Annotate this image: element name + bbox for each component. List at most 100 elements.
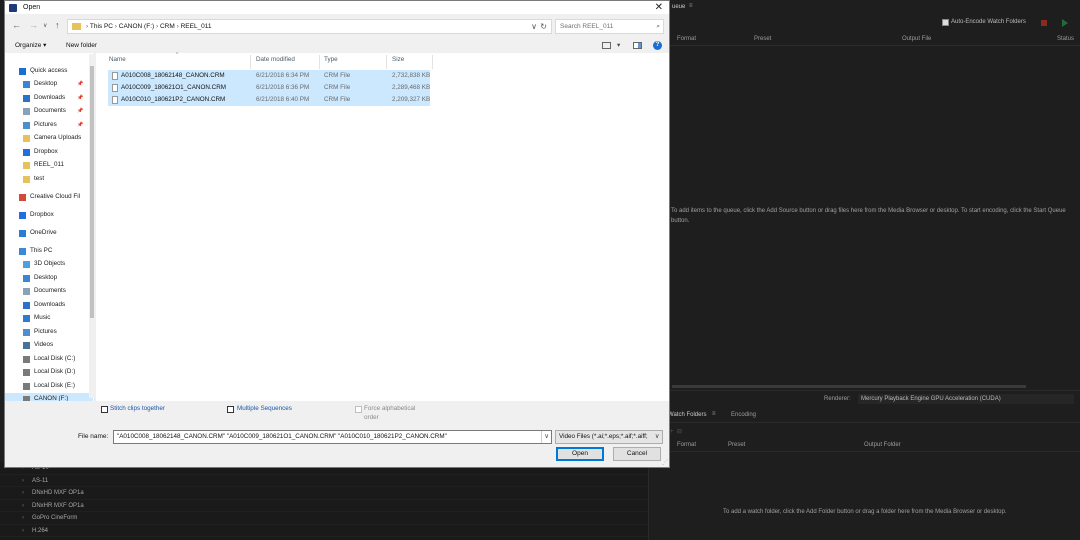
force-alphabetical-checkbox[interactable]	[355, 406, 362, 413]
address-bar[interactable]: › This PC › CANON (F:) › CRM › REEL_011 …	[67, 19, 552, 34]
help-icon[interactable]: ?	[653, 41, 662, 50]
sidebar-item[interactable]: test	[5, 173, 93, 185]
close-icon[interactable]: ✕	[655, 1, 663, 14]
refresh-icon[interactable]: ↻	[540, 20, 547, 33]
file-name-input[interactable]: "A010C008_18062148_CANON.CRM" "A010C009_…	[113, 430, 552, 444]
forward-arrow-icon[interactable]: →	[29, 20, 38, 30]
sidebar-item[interactable]: Downloads	[5, 299, 93, 311]
sidebar-item[interactable]: Pictures	[5, 326, 93, 338]
view-dropdown-icon[interactable]: ▾	[617, 38, 620, 53]
sidebar-item[interactable]: Creative Cloud Fil	[5, 191, 93, 203]
stitch-clips-label[interactable]: Stitch clips together	[110, 405, 165, 412]
chevron-down-icon[interactable]: ∨	[652, 431, 662, 443]
file-row[interactable]: A010C010_180621P2_CANON.CRM 6/21/2018 6:4…	[108, 94, 430, 106]
sidebar-item-label: Desktop	[34, 80, 58, 87]
file-name-label: File name:	[78, 433, 109, 440]
cancel-button[interactable]: Cancel	[613, 447, 661, 461]
breadcrumb-this-pc[interactable]: This PC	[90, 23, 113, 30]
expand-icon[interactable]: ›	[22, 512, 32, 525]
preset-item[interactable]: › DNxHD MXF OP1a	[0, 487, 648, 500]
sidebar-item[interactable]: Downloads 📌	[5, 92, 93, 104]
sidebar-item-label: Downloads	[34, 94, 66, 101]
add-watch-folder-icon[interactable]: + ⊟	[670, 428, 682, 435]
expand-icon[interactable]: ›	[22, 500, 32, 513]
tab-encoding[interactable]: Encoding	[731, 412, 756, 418]
sidebar-item[interactable]: Desktop 📌	[5, 78, 93, 90]
sidebar-item[interactable]: Desktop	[5, 272, 93, 284]
stop-queue-icon[interactable]	[1041, 20, 1047, 26]
tab-watch-folders[interactable]: Watch Folders	[668, 412, 706, 418]
preset-item[interactable]: › GoPro CineForm	[0, 512, 648, 525]
navigation-scrollbar[interactable]	[89, 54, 95, 398]
address-dropdown-icon[interactable]: ∨	[531, 20, 537, 33]
panel-menu-icon[interactable]: ≡	[689, 3, 693, 9]
start-queue-icon[interactable]	[1062, 19, 1068, 27]
expand-icon[interactable]: ›	[22, 475, 32, 488]
file-type-select[interactable]: Video Files (*.ai;*.eps;*.aif;*.aiff; ∨	[555, 430, 663, 444]
up-arrow-icon[interactable]: ↑	[55, 20, 60, 30]
expand-icon[interactable]: ›	[22, 525, 32, 538]
breadcrumb-crm[interactable]: CRM	[160, 23, 175, 30]
sidebar-item[interactable]: Local Disk (E:)	[5, 380, 93, 392]
recent-locations-chevron-icon[interactable]: ∨	[43, 22, 47, 29]
breadcrumb-canon-drive[interactable]: CANON (F:)	[119, 23, 154, 30]
multiple-sequences-label[interactable]: Multiple Sequences	[237, 405, 292, 412]
search-input[interactable]: Search REEL_011	[560, 23, 613, 30]
search-box[interactable]: Search REEL_011 ⌕	[555, 19, 664, 34]
file-row[interactable]: A010C008_18062148_CANON.CRM 6/21/2018 6:3…	[108, 70, 430, 82]
open-button[interactable]: Open	[556, 447, 604, 461]
file-row[interactable]: A010C009_180621O1_CANON.CRM 6/21/2018 6:3…	[108, 82, 430, 94]
chevron-down-icon[interactable]: ∨	[541, 431, 551, 443]
queue-col-status[interactable]: Status	[1057, 36, 1074, 42]
column-header-size[interactable]: Size	[392, 56, 404, 63]
organize-button[interactable]: Organize ▾	[15, 38, 46, 53]
back-arrow-icon[interactable]: ←	[12, 20, 21, 30]
queue-col-preset[interactable]: Preset	[754, 36, 771, 42]
expand-icon[interactable]: ›	[22, 487, 32, 500]
watch-col-format[interactable]: Format	[677, 442, 696, 448]
sidebar-item[interactable]: Pictures 📌	[5, 119, 93, 131]
auto-encode-checkbox[interactable]	[942, 19, 949, 26]
queue-col-format[interactable]: Format	[677, 36, 696, 42]
watch-col-preset[interactable]: Preset	[728, 442, 745, 448]
new-folder-button[interactable]: New folder	[66, 38, 97, 53]
resize-grip-icon[interactable]: ⋰	[662, 459, 668, 466]
preview-pane-icon[interactable]	[633, 42, 642, 49]
column-header-type[interactable]: Type	[324, 56, 338, 63]
sidebar-item[interactable]: Dropbox	[5, 209, 93, 221]
sidebar-item[interactable]: 3D Objects	[5, 258, 93, 270]
sidebar-item[interactable]: Quick access	[5, 65, 93, 77]
sidebar-item[interactable]: OneDrive	[5, 227, 93, 239]
preset-scrollbar[interactable]	[648, 462, 660, 540]
sidebar-item[interactable]: Camera Uploads	[5, 132, 93, 144]
preset-item[interactable]: › AS-11	[0, 475, 648, 488]
multiple-sequences-checkbox[interactable]	[227, 406, 234, 413]
sidebar-item[interactable]: Music	[5, 312, 93, 324]
desktop-icon	[23, 275, 30, 282]
preset-item[interactable]: › DNxHR MXF OP1a	[0, 500, 648, 513]
column-header-name[interactable]: Name	[109, 56, 126, 63]
sidebar-item-label: Dropbox	[30, 211, 54, 218]
sidebar-item[interactable]: Documents	[5, 285, 93, 297]
preset-item[interactable]: › H.264	[0, 525, 648, 538]
sidebar-item[interactable]: Dropbox	[5, 146, 93, 158]
change-view-icon[interactable]	[602, 42, 611, 49]
sidebar-item[interactable]: Local Disk (C:)	[5, 353, 93, 365]
search-icon[interactable]: ⌕	[656, 20, 660, 33]
renderer-select[interactable]: Mercury Playback Engine GPU Acceleration…	[858, 394, 1074, 404]
column-header-date[interactable]: Date modified	[256, 56, 295, 63]
queue-scrollbar[interactable]	[672, 385, 1026, 388]
sidebar-item[interactable]: Videos	[5, 339, 93, 351]
sidebar-item[interactable]: CANON (F:)	[5, 393, 93, 401]
sidebar-item[interactable]: This PC	[5, 245, 93, 257]
stitch-clips-checkbox[interactable]	[101, 406, 108, 413]
pin-icon: 📌	[77, 95, 84, 101]
sidebar-item[interactable]: Local Disk (D:)	[5, 366, 93, 378]
watch-col-output[interactable]: Output Folder	[864, 442, 901, 448]
watch-panel-menu-icon[interactable]: ≡	[712, 411, 716, 417]
scrollbar-thumb[interactable]	[90, 66, 94, 318]
sidebar-item[interactable]: Documents 📌	[5, 105, 93, 117]
sidebar-item[interactable]: REEL_011	[5, 159, 93, 171]
queue-col-output[interactable]: Output File	[902, 36, 931, 42]
breadcrumb-reel[interactable]: REEL_011	[181, 23, 212, 30]
